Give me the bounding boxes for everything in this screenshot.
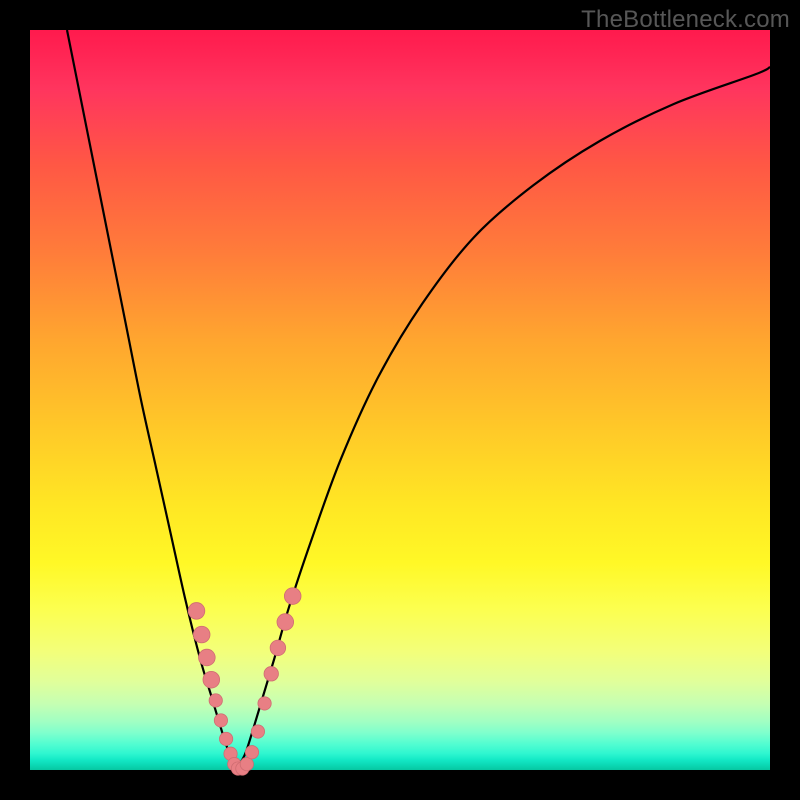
data-marker [193,626,210,643]
watermark-text: TheBottleneck.com [581,6,790,34]
data-marker [251,725,264,738]
chart-svg [30,30,770,770]
data-marker [240,757,253,770]
data-marker [284,588,301,605]
data-marker [219,732,232,745]
data-marker [209,694,222,707]
chart-frame: TheBottleneck.com [0,0,800,800]
markers-layer [188,588,301,775]
curve-layer [67,30,770,770]
data-marker [214,714,227,727]
data-marker [264,667,278,681]
data-marker [277,614,294,631]
data-marker [203,671,220,688]
bottleneck-curve-right-path [236,67,770,770]
data-marker [188,603,205,620]
data-marker [199,649,216,666]
data-marker [258,697,271,710]
data-marker [245,746,258,759]
data-marker [270,640,286,656]
